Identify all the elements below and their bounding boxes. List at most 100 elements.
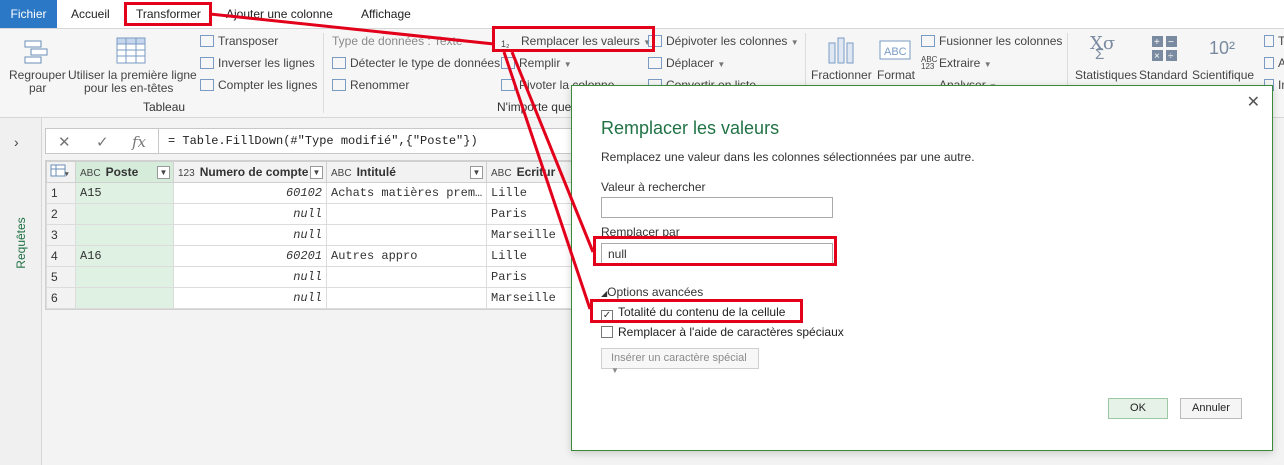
cell-compte[interactable]: 60102 [173, 182, 327, 204]
rename-button[interactable]: Renommer [332, 78, 409, 92]
special-chars-checkbox[interactable]: Remplacer à l'aide de caractères spéciau… [601, 325, 844, 339]
cell-ecriture[interactable]: Marseille [486, 224, 573, 246]
trig-button[interactable]: Tr [1264, 34, 1284, 48]
group-by-label-2[interactable]: par [29, 81, 46, 95]
chevron-right-icon[interactable]: › [14, 134, 19, 150]
column-header-poste[interactable]: ABC Poste ▼ [75, 161, 174, 183]
sigma-icon: Σ [1095, 46, 1105, 63]
split-column-label-1[interactable]: Fractionner [811, 68, 872, 82]
first-row-headers-label-2[interactable]: pour les en-têtes [84, 81, 173, 95]
cell-ecriture[interactable]: Paris [486, 203, 573, 225]
queries-pane: › Requêtes [0, 118, 42, 465]
dialog-title: Remplacer les valeurs [601, 118, 780, 138]
cell-compte[interactable]: null [173, 203, 327, 225]
format-button[interactable]: Format [877, 68, 915, 82]
data-type-dropdown[interactable]: Type de données : Texte [332, 34, 463, 48]
text-type-icon[interactable]: ABC [491, 168, 512, 179]
column-header-ecriture[interactable]: ABC Ecritur [486, 161, 573, 183]
queries-label[interactable]: Requêtes [10, 193, 32, 293]
row-number: 1 [46, 182, 76, 204]
filter-dropdown-icon[interactable]: ▼ [310, 166, 323, 179]
cell-poste[interactable] [75, 266, 174, 288]
merge-columns-button[interactable]: Fusionner les colonnes [921, 34, 1062, 48]
formula-text[interactable]: = Table.FillDown(#"Type modifié",{"Poste… [168, 134, 478, 148]
cell-intitule[interactable]: Achats matières prem… [326, 182, 487, 204]
group-by-label-1[interactable]: Regrouper [9, 68, 66, 82]
ok-button[interactable]: OK [1108, 398, 1168, 419]
find-label: Valeur à rechercher [601, 180, 706, 194]
text-type-icon[interactable]: ABC [331, 168, 352, 179]
cancel-formula-icon[interactable]: ✕ [58, 133, 71, 151]
cell-poste[interactable]: A15 [75, 182, 174, 204]
svg-text:ABC: ABC [884, 46, 907, 58]
find-input[interactable] [601, 197, 833, 218]
cell-compte[interactable]: null [173, 266, 327, 288]
extract-label: Extraire [939, 56, 981, 70]
text-type-icon[interactable]: ABC [80, 168, 101, 179]
detect-type-button[interactable]: Détecter le type de données [332, 56, 500, 70]
cell-intitule[interactable]: Autres appro [326, 245, 487, 267]
tab-home[interactable]: Accueil [61, 0, 120, 28]
column-header-numero-compte[interactable]: 123 Numero de compte ▼ [173, 161, 327, 183]
cell-ecriture[interactable]: Marseille [486, 287, 573, 309]
cell-compte[interactable]: 60201 [173, 245, 327, 267]
cell-poste[interactable]: A16 [75, 245, 174, 267]
chevron-down-icon: ▼ [790, 38, 799, 47]
filter-dropdown-icon[interactable]: ▼ [470, 166, 483, 179]
cancel-button[interactable]: Annuler [1180, 398, 1242, 419]
move-button[interactable]: Déplacer ▼ [648, 56, 725, 70]
table-row[interactable]: 6 null Marseille [46, 287, 573, 309]
first-row-headers-label-1[interactable]: Utiliser la première ligne [68, 68, 197, 82]
standard-button[interactable]: Standard [1139, 68, 1188, 82]
fill-button[interactable]: Remplir ▼ [501, 56, 572, 70]
rounding-button[interactable]: A [1264, 56, 1284, 70]
table-row[interactable]: 5 null Paris [46, 266, 573, 288]
table-menu-icon[interactable]: ▾ [46, 161, 76, 183]
column-header-intitule[interactable]: ABC Intitulé ▼ [326, 161, 487, 183]
table-row[interactable]: 2 null Paris [46, 203, 573, 225]
move-label: Déplacer [666, 56, 715, 70]
svg-text:÷: ÷ [1168, 51, 1174, 62]
tab-view[interactable]: Affichage [351, 0, 421, 28]
cell-ecriture[interactable]: Lille [486, 182, 573, 204]
close-icon[interactable]: ✕ [1247, 92, 1260, 112]
cell-poste[interactable] [75, 203, 174, 225]
confirm-formula-icon[interactable]: ✓ [96, 133, 109, 151]
cell-ecriture[interactable]: Paris [486, 266, 573, 288]
extract-button[interactable]: ABC 123 Extraire ▼ [921, 56, 992, 71]
trig-label: Tr [1278, 34, 1284, 48]
advanced-options-toggle[interactable]: ◢Options avancées [601, 285, 703, 299]
table-row[interactable]: 1 A15 60102 Achats matières prem… Lille [46, 182, 573, 204]
number-type-icon[interactable]: 123 [178, 168, 195, 179]
cell-intitule[interactable] [326, 224, 487, 246]
cell-poste[interactable] [75, 224, 174, 246]
tab-add-column[interactable]: Ajouter une colonne [216, 0, 343, 28]
svg-text:▾: ▾ [64, 171, 69, 178]
cell-intitule[interactable] [326, 287, 487, 309]
filter-dropdown-icon[interactable]: ▼ [157, 166, 170, 179]
cell-intitule[interactable] [326, 266, 487, 288]
table-row[interactable]: 3 null Marseille [46, 224, 573, 246]
table-row[interactable]: 4 A16 60201 Autres appro Lille [46, 245, 573, 267]
reverse-rows-icon [200, 57, 214, 69]
reverse-rows-button[interactable]: Inverser les lignes [200, 56, 315, 70]
scientific-button[interactable]: Scientifique [1192, 68, 1254, 82]
fx-icon[interactable]: fx [132, 133, 146, 151]
cell-ecriture[interactable]: Lille [486, 245, 573, 267]
svg-text:+: + [1154, 37, 1160, 48]
table-group-label: Tableau [143, 100, 186, 114]
insert-special-dropdown[interactable]: Insérer un caractère spécial ▼ [601, 348, 759, 375]
count-rows-button[interactable]: Compter les lignes [200, 78, 317, 92]
count-rows-icon [200, 79, 214, 91]
cell-poste[interactable] [75, 287, 174, 309]
cell-compte[interactable]: null [173, 224, 327, 246]
reverse-rows-label: Inverser les lignes [218, 56, 315, 70]
transpose-button[interactable]: Transposer [200, 34, 278, 48]
rounding-label: A [1278, 56, 1284, 70]
cell-compte[interactable]: null [173, 287, 327, 309]
cell-intitule[interactable] [326, 203, 487, 225]
statistics-button[interactable]: Statistiques [1075, 68, 1137, 82]
unpivot-button[interactable]: Dépivoter les colonnes ▼ [648, 34, 799, 48]
checkbox-empty-icon [601, 326, 613, 338]
tab-file[interactable]: Fichier [0, 0, 57, 28]
